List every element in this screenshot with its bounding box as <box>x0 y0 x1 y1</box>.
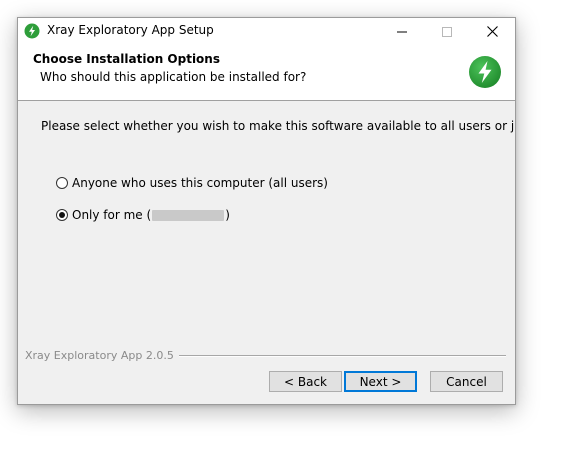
minimize-icon <box>396 31 407 32</box>
maximize-button[interactable] <box>424 18 469 45</box>
branding-divider <box>178 354 506 357</box>
lightning-icon <box>24 23 40 39</box>
option-only-me-label[interactable]: Only for me ( ) <box>72 208 230 222</box>
maximize-icon <box>441 26 452 37</box>
option-only-me[interactable]: Only for me ( ) <box>56 208 230 222</box>
installer-window: Xray Exploratory App Setup Choose Instal… <box>17 17 516 405</box>
radio-all-users[interactable] <box>56 177 68 189</box>
branding-text: Xray Exploratory App 2.0.5 <box>25 349 174 362</box>
close-icon <box>487 26 498 37</box>
redacted-username <box>152 209 225 221</box>
option-all-users-label[interactable]: Anyone who uses this computer (all users… <box>72 176 328 190</box>
option-only-me-prefix: Only for me ( <box>72 208 152 222</box>
cancel-button[interactable]: Cancel <box>430 371 503 392</box>
back-button[interactable]: < Back <box>269 371 342 392</box>
page-header: Choose Installation Options Who should t… <box>18 45 515 101</box>
description-text: Please select whether you wish to make t… <box>41 119 515 133</box>
minimize-button[interactable] <box>379 18 424 45</box>
next-button[interactable]: Next > <box>344 371 417 392</box>
page-title: Choose Installation Options <box>33 52 220 66</box>
lightning-logo-icon <box>468 55 502 89</box>
radio-only-me[interactable] <box>56 209 68 221</box>
option-only-me-suffix: ) <box>225 208 230 222</box>
title-bar[interactable]: Xray Exploratory App Setup <box>18 18 515 45</box>
page-subtitle: Who should this application be installed… <box>40 70 307 84</box>
option-all-users[interactable]: Anyone who uses this computer (all users… <box>56 176 328 190</box>
branding-row: Xray Exploratory App 2.0.5 <box>25 349 506 362</box>
close-button[interactable] <box>470 18 515 45</box>
window-title: Xray Exploratory App Setup <box>47 23 214 37</box>
